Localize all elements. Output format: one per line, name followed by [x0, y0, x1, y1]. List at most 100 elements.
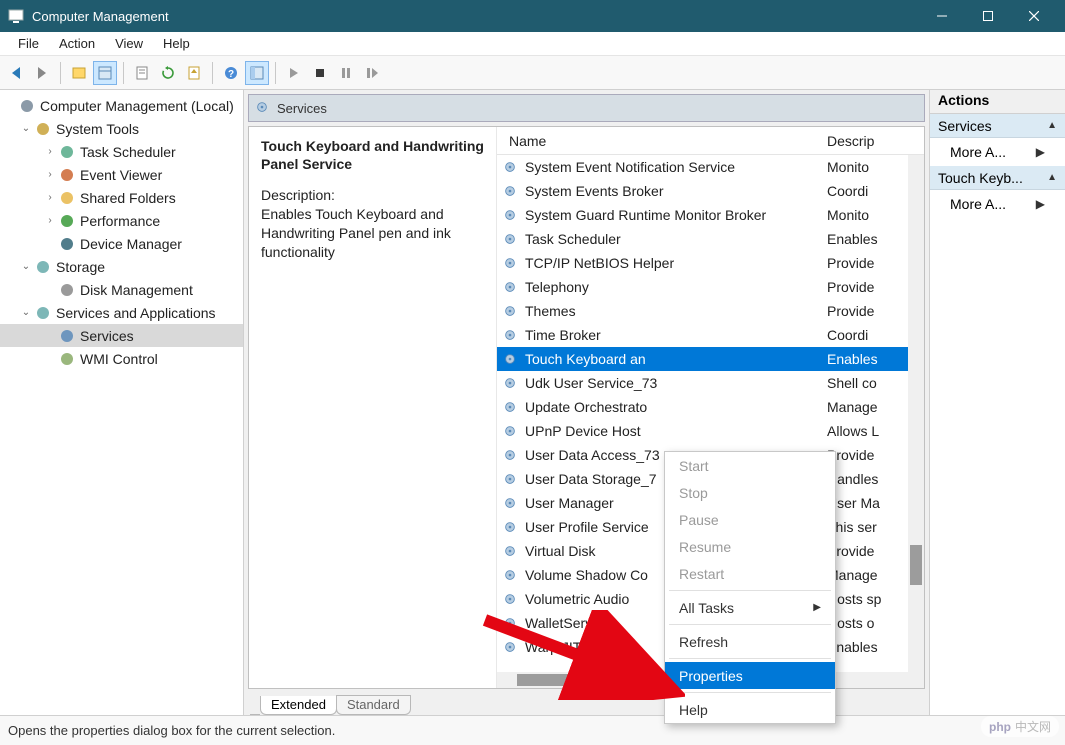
minimize-button[interactable]: [919, 0, 965, 32]
menu-view[interactable]: View: [105, 34, 153, 53]
actions-section-services[interactable]: Services ▲: [930, 114, 1065, 138]
start-service-button[interactable]: [282, 61, 306, 85]
computer-icon: [18, 98, 36, 114]
context-menu-refresh[interactable]: Refresh: [665, 628, 835, 655]
wmi-icon: [58, 351, 76, 367]
maximize-button[interactable]: [965, 0, 1011, 32]
service-row[interactable]: TCP/IP NetBIOS HelperProvide: [497, 251, 924, 275]
menubar: File Action View Help: [0, 32, 1065, 56]
tree-toggle-icon[interactable]: ⌄: [20, 123, 32, 134]
tree-item-storage[interactable]: ⌄ Storage: [0, 255, 243, 278]
service-row[interactable]: Touch Keyboard anEnables: [497, 347, 924, 371]
chevron-right-icon: ▶: [1036, 197, 1045, 211]
show-hide-tree-button[interactable]: [67, 61, 91, 85]
service-name: System Event Notification Service: [521, 159, 823, 175]
actions-section-label: Services: [938, 118, 992, 134]
export-list-button[interactable]: [182, 61, 206, 85]
tree-item-task-scheduler[interactable]: › Task Scheduler: [0, 140, 243, 163]
tree-item-system-tools[interactable]: ⌄ System Tools: [0, 117, 243, 140]
actions-pane: Actions Services ▲ More A... ▶ Touch Key…: [929, 90, 1065, 715]
service-row[interactable]: UPnP Device HostAllows L: [497, 419, 924, 443]
context-menu-pause: Pause: [665, 506, 835, 533]
help-button[interactable]: ?: [219, 61, 243, 85]
tree-toggle-icon[interactable]: ›: [44, 215, 56, 226]
context-menu-separator: [669, 692, 831, 693]
stop-service-button[interactable]: [308, 61, 332, 85]
tree-item-wmi-control[interactable]: WMI Control: [0, 347, 243, 370]
service-row[interactable]: System Guard Runtime Monitor BrokerMonit…: [497, 203, 924, 227]
context-menu-stop: Stop: [665, 479, 835, 506]
actions-more-touchkeyb[interactable]: More A... ▶: [930, 190, 1065, 218]
show-hide-action-button[interactable]: [93, 61, 117, 85]
tree-item-label: Task Scheduler: [80, 144, 176, 160]
gear-icon: [503, 376, 521, 390]
tree-item-label: Disk Management: [80, 282, 193, 298]
properties-button[interactable]: [130, 61, 154, 85]
window-title: Computer Management: [32, 9, 919, 24]
gear-icon: [503, 280, 521, 294]
titlebar: Computer Management: [0, 0, 1065, 32]
tree-item-performance[interactable]: › Performance: [0, 209, 243, 232]
column-name[interactable]: Name: [497, 133, 823, 149]
gear-icon: [503, 424, 521, 438]
context-menu-all-tasks[interactable]: All Tasks▶: [665, 594, 835, 621]
tree-item-disk-management[interactable]: Disk Management: [0, 278, 243, 301]
context-menu-label: Help: [679, 702, 708, 718]
tree-item-event-viewer[interactable]: ›Event Viewer: [0, 163, 243, 186]
menu-help[interactable]: Help: [153, 34, 200, 53]
service-row[interactable]: Time BrokerCoordi: [497, 323, 924, 347]
pause-service-button[interactable]: [334, 61, 358, 85]
gear-icon: [503, 208, 521, 222]
collapse-icon: ▲: [1047, 120, 1057, 131]
event-icon: [58, 167, 76, 183]
show-hide-console-tree-button[interactable]: [245, 61, 269, 85]
service-row[interactable]: Task SchedulerEnables: [497, 227, 924, 251]
actions-section-touchkeyb[interactable]: Touch Keyb... ▲: [930, 166, 1065, 190]
service-name: Update Orchestrato: [521, 399, 823, 415]
service-row[interactable]: System Events BrokerCoordi: [497, 179, 924, 203]
service-row[interactable]: System Event Notification ServiceMonito: [497, 155, 924, 179]
gear-icon: [503, 256, 521, 270]
tree-toggle-icon[interactable]: ⌄: [20, 307, 32, 318]
refresh-button[interactable]: [156, 61, 180, 85]
close-button[interactable]: [1011, 0, 1057, 32]
restart-service-button[interactable]: [360, 61, 384, 85]
tree-item-label: Performance: [80, 213, 160, 229]
main-area: Computer Management (Local) ⌄ System Tools…: [0, 90, 1065, 715]
tab-standard[interactable]: Standard: [336, 695, 411, 715]
tree-item-services-and-applications[interactable]: ⌄Services and Applications: [0, 301, 243, 324]
column-description[interactable]: Descrip: [823, 133, 924, 149]
tree-item-shared-folders[interactable]: › Shared Folders: [0, 186, 243, 209]
tree-item-label: Device Manager: [80, 236, 182, 252]
gear-icon: [503, 544, 521, 558]
tree-item-computer-management-local-[interactable]: Computer Management (Local): [0, 94, 243, 117]
menu-file[interactable]: File: [8, 34, 49, 53]
tree-toggle-icon[interactable]: ›: [44, 192, 56, 203]
tree-item-label: Shared Folders: [80, 190, 176, 206]
back-button[interactable]: [4, 61, 28, 85]
service-row[interactable]: TelephonyProvide: [497, 275, 924, 299]
watermark-php: php: [989, 720, 1011, 734]
menu-action[interactable]: Action: [49, 34, 105, 53]
column-headers[interactable]: Name Descrip: [497, 127, 924, 155]
context-menu-properties[interactable]: Properties: [665, 662, 835, 689]
tree-item-services[interactable]: Services: [0, 324, 243, 347]
forward-button[interactable]: [30, 61, 54, 85]
tree-item-label: Storage: [56, 259, 105, 275]
vertical-scrollbar[interactable]: [908, 155, 924, 688]
tree-toggle-icon[interactable]: ›: [44, 146, 56, 157]
service-name: Task Scheduler: [521, 231, 823, 247]
tree-item-device-manager[interactable]: Device Manager: [0, 232, 243, 255]
context-menu-help[interactable]: Help: [665, 696, 835, 723]
service-row[interactable]: Udk User Service_73Shell co: [497, 371, 924, 395]
services-header-label: Services: [277, 101, 327, 116]
actions-more-services[interactable]: More A... ▶: [930, 138, 1065, 166]
tab-extended[interactable]: Extended: [260, 696, 337, 715]
tree-toggle-icon[interactable]: ⌄: [20, 261, 32, 272]
context-menu-label: Properties: [679, 668, 743, 684]
gear-icon: [503, 640, 521, 654]
tree-item-label: System Tools: [56, 121, 139, 137]
service-row[interactable]: ThemesProvide: [497, 299, 924, 323]
tree-toggle-icon[interactable]: ›: [44, 169, 56, 180]
service-row[interactable]: Update OrchestratoManage: [497, 395, 924, 419]
